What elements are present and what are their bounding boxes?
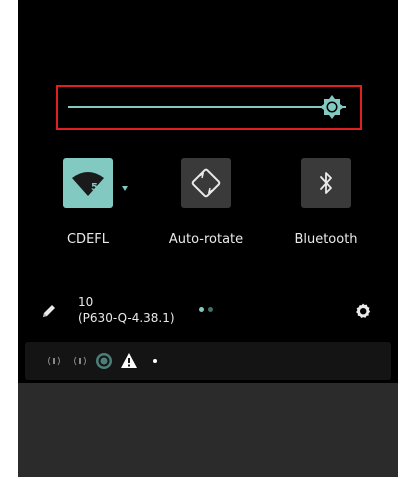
build-version: 10 bbox=[78, 295, 94, 309]
signal-icon bbox=[48, 356, 60, 366]
more-dot-icon bbox=[153, 359, 157, 363]
tile-bluetooth[interactable]: Bluetooth bbox=[266, 158, 386, 258]
auto-rotate-icon bbox=[191, 168, 221, 198]
quick-settings-panel: 5 CDEFL Auto-rotate Bluetooth 10 (P630-Q… bbox=[18, 0, 398, 477]
brightness-icon[interactable] bbox=[319, 94, 345, 120]
signal-icon bbox=[74, 356, 86, 366]
gear-icon[interactable] bbox=[354, 302, 372, 320]
brightness-slider[interactable] bbox=[56, 85, 362, 130]
wifi-icon: 5 bbox=[72, 172, 104, 196]
page-indicator bbox=[199, 307, 217, 315]
warning-icon bbox=[121, 353, 137, 368]
sync-icon bbox=[96, 353, 112, 369]
tile-wifi[interactable]: 5 CDEFL bbox=[30, 158, 150, 258]
auto-rotate-tile-button[interactable] bbox=[181, 158, 231, 208]
page-dot bbox=[208, 307, 213, 312]
page-dot-active bbox=[199, 307, 204, 312]
bluetooth-tile-button[interactable] bbox=[301, 158, 351, 208]
edit-pencil-icon[interactable] bbox=[40, 302, 58, 320]
tile-auto-rotate-label: Auto-rotate bbox=[168, 232, 244, 247]
notification-icons-row[interactable] bbox=[25, 342, 391, 380]
tile-wifi-label: CDEFL bbox=[66, 232, 110, 247]
quick-settings-footer: 10 (P630-Q-4.38.1) bbox=[18, 290, 398, 340]
notification-shade-background bbox=[18, 383, 398, 477]
wifi-signal-badge: 5 bbox=[91, 182, 98, 193]
build-id: (P630-Q-4.38.1) bbox=[78, 311, 175, 325]
tile-bluetooth-label: Bluetooth bbox=[294, 232, 358, 247]
chevron-down-icon[interactable] bbox=[122, 186, 128, 191]
bluetooth-icon bbox=[320, 172, 332, 194]
tile-auto-rotate[interactable]: Auto-rotate bbox=[146, 158, 266, 258]
brightness-track[interactable] bbox=[68, 106, 346, 108]
build-number: 10 (P630-Q-4.38.1) bbox=[78, 294, 175, 326]
wifi-tile-button[interactable]: 5 bbox=[63, 158, 113, 208]
